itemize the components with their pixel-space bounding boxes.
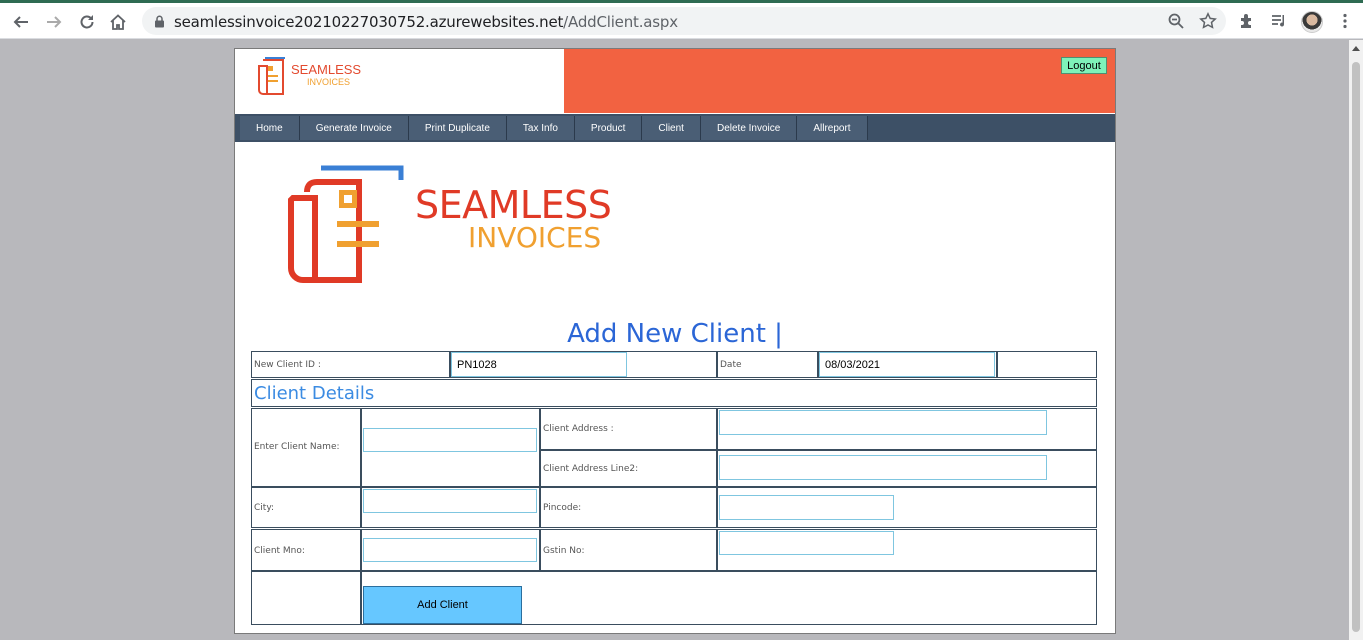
menu-item-client[interactable]: Client [642,116,701,140]
browser-toolbar: seamlessinvoice20210227030752.azurewebsi… [0,3,1363,39]
client-details-header: Client Details [251,379,1097,407]
header-logo-line1: SEAMLESS [291,62,362,77]
city-field[interactable] [363,489,537,513]
reload-icon[interactable] [76,11,98,33]
client-name-input-cell [361,408,540,487]
header-logo-line2: INVOICES [307,77,351,87]
address-bar[interactable]: seamlessinvoice20210227030752.azurewebsi… [142,7,1226,35]
pincode-label: Pincode: [543,503,582,513]
mno-field[interactable] [363,538,537,562]
button-row-empty-cell [251,571,361,625]
city-label: City: [254,503,275,513]
date-field[interactable]: 08/03/2021 [819,352,995,377]
pincode-input-cell [717,487,1097,528]
gstin-field[interactable] [719,531,894,555]
client-address-field[interactable] [719,410,1047,435]
client-id-label: New Client ID : [254,360,321,370]
client-name-field[interactable] [363,428,537,452]
page-title: Add New Client | [567,319,783,349]
menu-item-allreport[interactable]: Allreport [797,116,868,140]
menu-item-home[interactable]: Home [240,116,300,140]
scroll-thumb[interactable] [1352,62,1360,632]
scroll-up-arrow[interactable] [1352,46,1360,51]
city-label-cell: City: [251,487,361,528]
star-icon[interactable] [1199,12,1217,30]
client-address-input-cell [717,408,1097,450]
page-container: SEAMLESS INVOICES Logout Home Generate In… [234,48,1116,634]
media-icon[interactable] [1270,12,1290,32]
client-address2-label: Client Address Line2: [543,464,639,474]
date-label-cell: Date [717,351,818,378]
client-id-input-cell: PN1028 [450,351,717,378]
gstin-label: Gstin No: [543,546,585,556]
hero-logo-icon [288,165,404,283]
button-row-cell: Add Client [361,571,1097,625]
gstin-input-cell [717,529,1097,571]
back-icon[interactable] [10,11,32,33]
client-id-label-cell: New Client ID : [251,351,450,378]
home-icon[interactable] [107,11,129,33]
header-logo-area: SEAMLESS INVOICES [235,49,564,113]
client-address-label-cell: Client Address : [540,408,717,450]
extensions-icon[interactable] [1238,12,1258,32]
hero-logo-line2: INVOICES [468,221,602,254]
menu-icon[interactable] [1336,12,1356,32]
client-address-label: Client Address : [543,424,614,434]
gstin-label-cell: Gstin No: [540,529,717,571]
menu-item-generate-invoice[interactable]: Generate Invoice [299,116,409,140]
url-text: seamlessinvoice20210227030752.azurewebsi… [174,13,678,31]
page-scrollbar[interactable] [1349,40,1363,640]
menu-item-tax-info[interactable]: Tax Info [506,116,575,140]
avatar[interactable] [1301,11,1323,33]
city-input-cell [361,487,540,528]
client-name-label-cell: Enter Client Name: [251,408,361,487]
header-banner [564,49,1115,113]
lock-icon [154,15,165,33]
main-menu: Home Generate Invoice Print Duplicate Tax I… [235,114,1115,142]
logout-button[interactable]: Logout [1061,57,1107,74]
add-client-button[interactable]: Add Client [363,586,522,624]
menu-item-print-duplicate[interactable]: Print Duplicate [408,116,507,140]
date-label: Date [720,360,742,370]
client-name-label: Enter Client Name: [254,442,340,452]
client-id-field[interactable]: PN1028 [451,352,627,377]
mno-input-cell [361,529,540,571]
mno-label: Client Mno: [254,546,305,556]
mno-label-cell: Client Mno: [251,529,361,571]
client-address2-input-cell [717,450,1097,487]
date-input-cell: 08/03/2021 [818,351,997,378]
pincode-label-cell: Pincode: [540,487,717,528]
menu-item-delete-invoice[interactable]: Delete Invoice [700,116,798,140]
pincode-field[interactable] [719,495,894,520]
empty-cell [997,351,1097,378]
client-address2-label-cell: Client Address Line2: [540,450,717,487]
client-address2-field[interactable] [719,455,1047,480]
section-title: Client Details [254,383,375,404]
forward-icon[interactable] [43,11,65,33]
menu-item-product[interactable]: Product [574,116,643,140]
zoom-icon[interactable] [1167,12,1185,30]
